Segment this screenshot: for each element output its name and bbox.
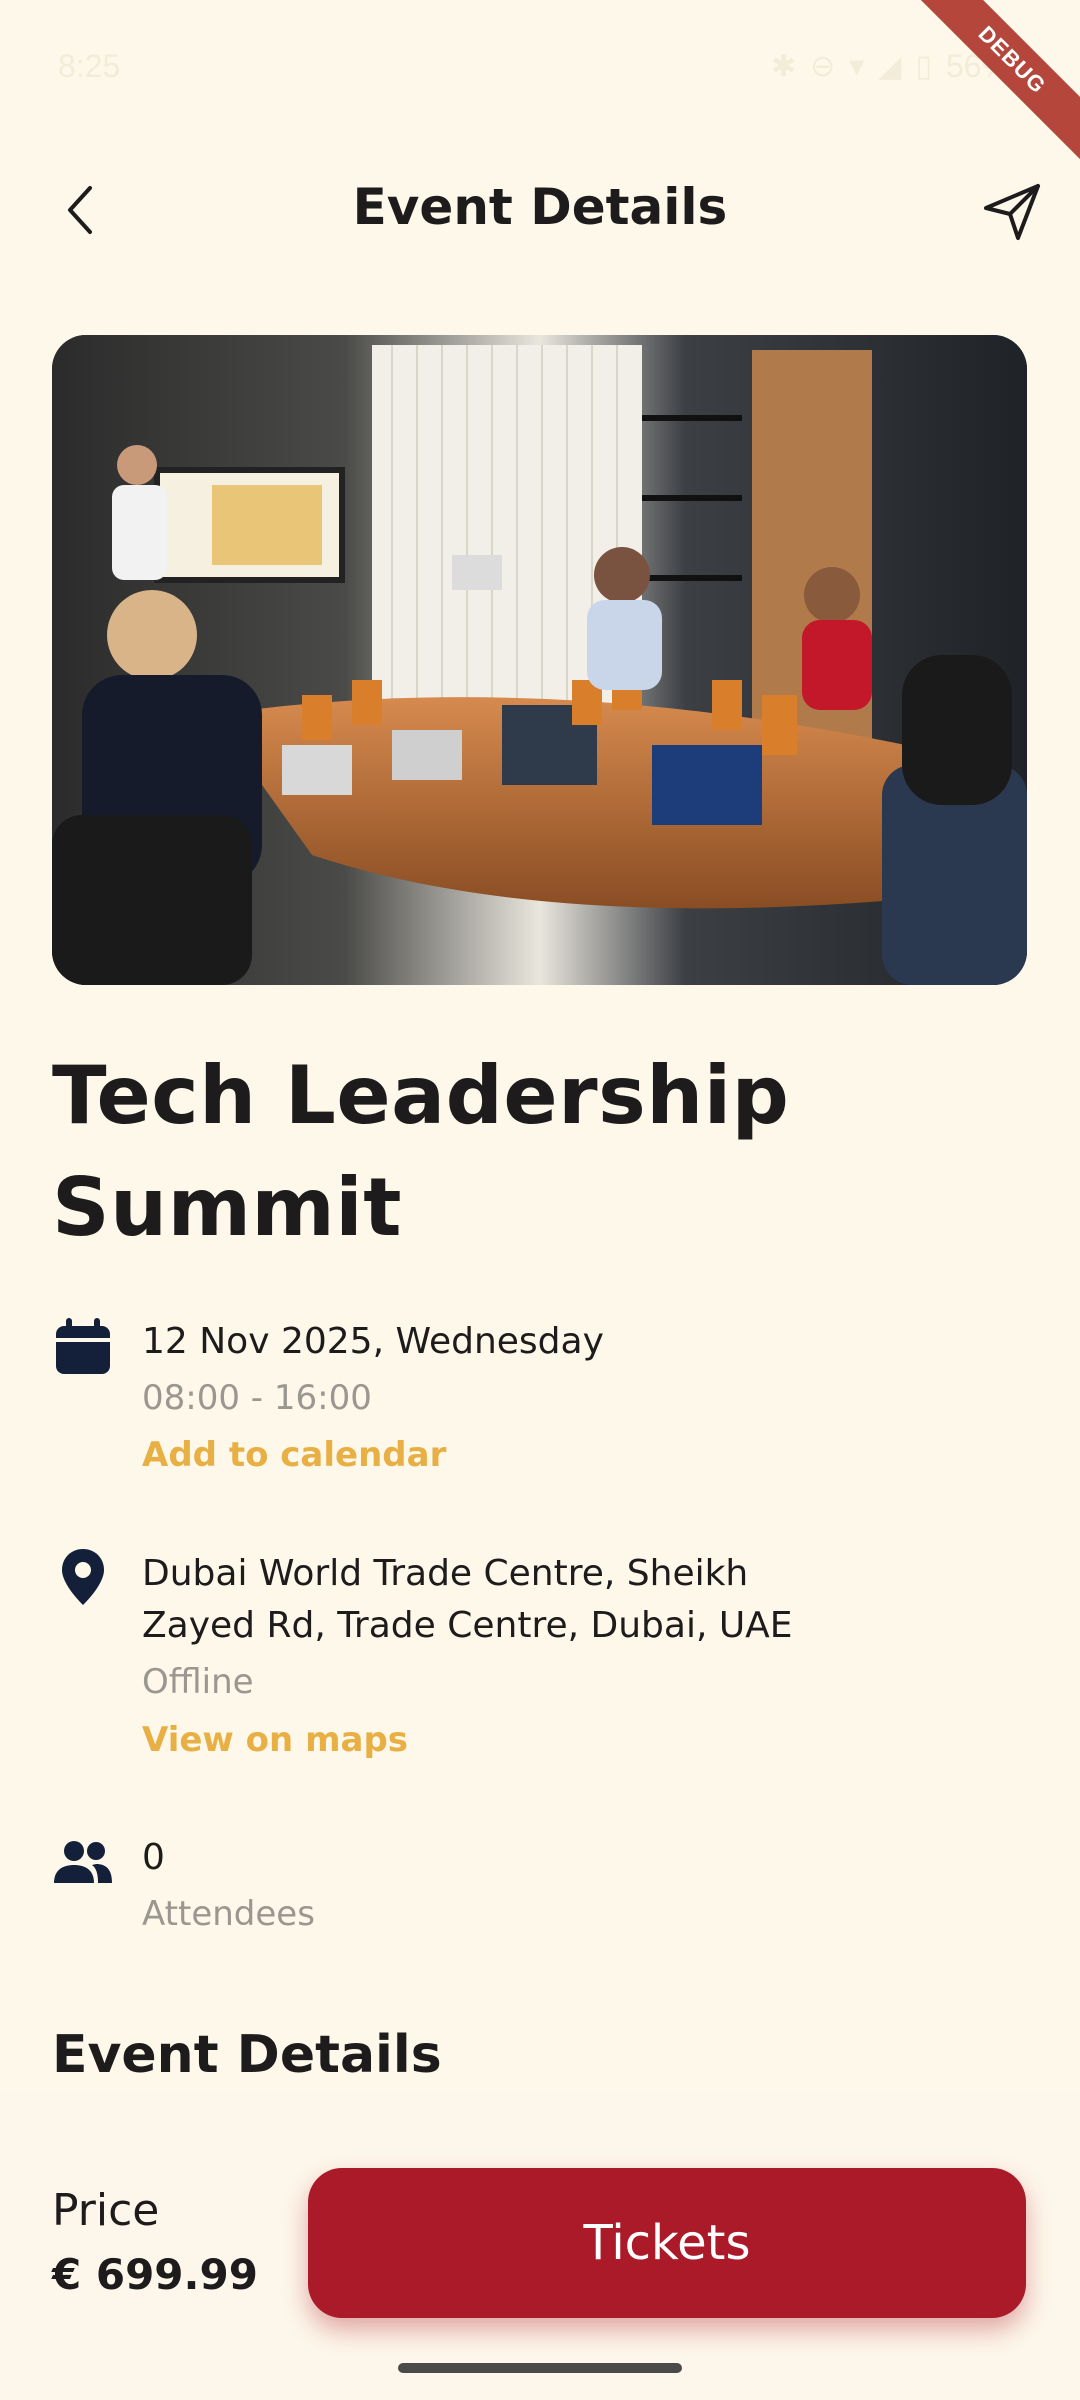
- bluetooth-icon: ✱: [771, 49, 797, 84]
- attendees-label: Attendees: [142, 1894, 315, 1934]
- price-label: Price: [52, 2185, 160, 2236]
- price-value: € 699.99: [52, 2250, 258, 2299]
- event-details-screen: 8:25 ✱ ⊖ ▾ ◢ ▯ 56% DEBUG Event Details T…: [0, 0, 1080, 2400]
- status-bar: 8:25 ✱ ⊖ ▾ ◢ ▯ 56% DEBUG: [0, 0, 1080, 168]
- signal-icon: ◢: [878, 49, 902, 84]
- tickets-button[interactable]: Tickets: [308, 2168, 1026, 2318]
- event-hero-image: [52, 335, 1027, 985]
- people-icon: [52, 1832, 114, 1894]
- event-title: Tech Leadership Summit: [52, 1049, 790, 1254]
- attendee-count: 0: [142, 1837, 165, 1878]
- page-title: Event Details: [352, 178, 728, 236]
- event-time: 08:00 - 16:00: [142, 1378, 372, 1418]
- dnd-icon: ⊖: [810, 49, 836, 84]
- share-button[interactable]: [974, 174, 1050, 250]
- wifi-icon: ▾: [849, 49, 865, 84]
- home-indicator[interactable]: [398, 2363, 682, 2373]
- send-icon: [984, 184, 1040, 240]
- app-bar: Event Details: [0, 150, 1080, 270]
- view-on-maps-link[interactable]: View on maps: [142, 1720, 408, 1760]
- add-to-calendar-link[interactable]: Add to calendar: [142, 1435, 446, 1475]
- event-location-line1: Dubai World Trade Centre, Sheikh: [142, 1553, 749, 1594]
- location-pin-icon: [52, 1546, 114, 1608]
- status-time: 8:25: [58, 48, 121, 84]
- event-location-line2: Zayed Rd, Trade Centre, Dubai, UAE: [142, 1605, 793, 1646]
- battery-icon: ▯: [915, 49, 932, 84]
- event-mode: Offline: [142, 1662, 254, 1702]
- event-date: 12 Nov 2025, Wednesday: [142, 1321, 604, 1362]
- event-details-heading: Event Details: [52, 2025, 442, 2085]
- calendar-icon: [52, 1316, 114, 1378]
